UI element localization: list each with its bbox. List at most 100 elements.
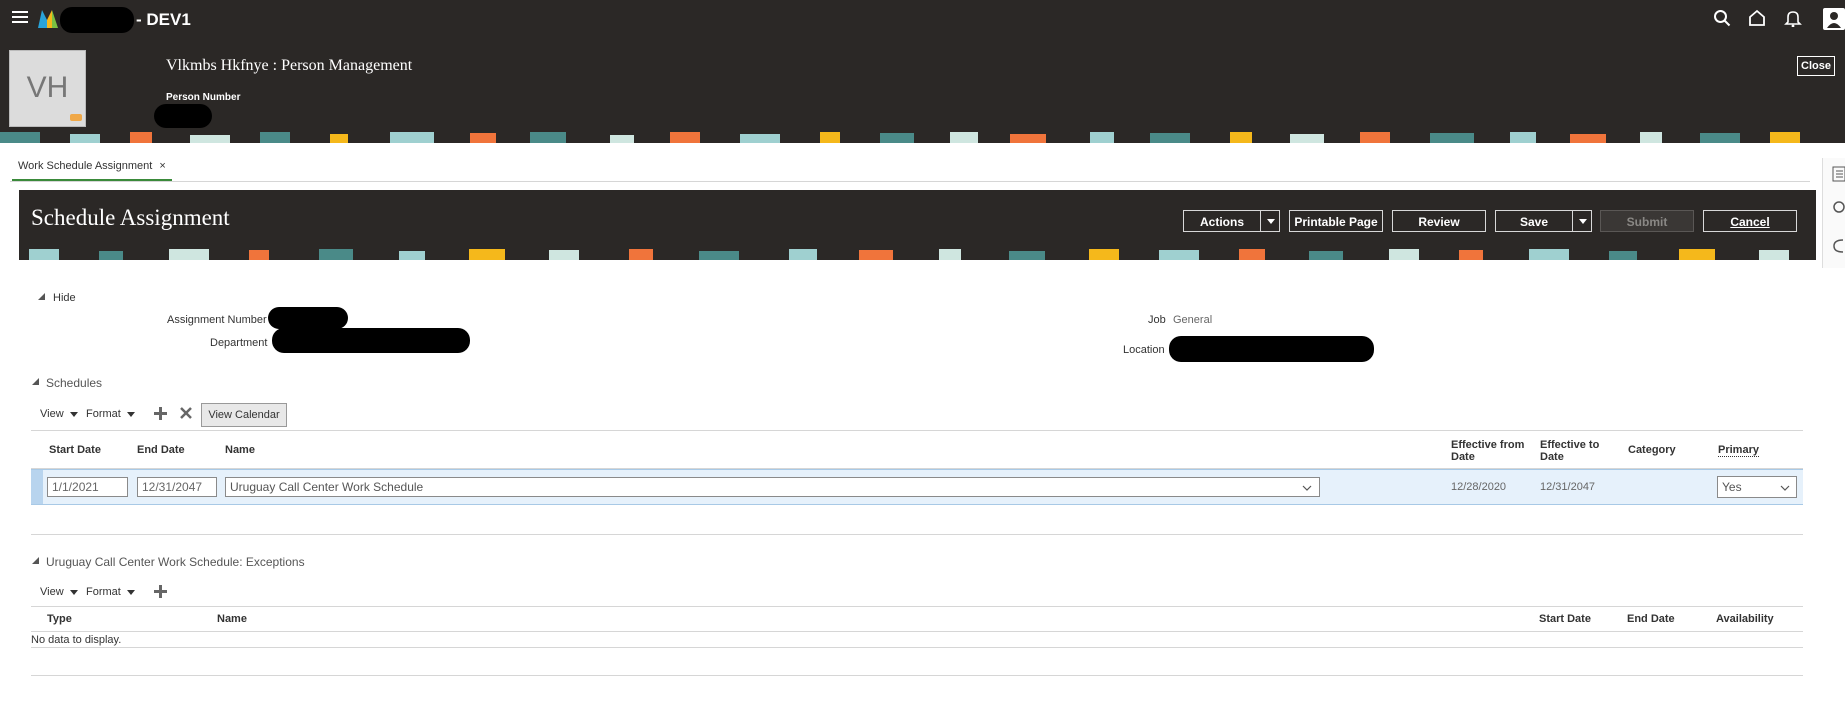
redacted-department (272, 328, 470, 353)
add-exception-icon[interactable] (154, 585, 167, 601)
col-effective-from-line1: Effective from (1451, 439, 1525, 451)
exceptions-section-title: Uruguay Call Center Work Schedule: Excep… (46, 555, 305, 569)
redacted-app-name (60, 7, 134, 33)
view-menu-label: View (40, 408, 64, 420)
cancel-button[interactable]: Cancel (1703, 210, 1797, 232)
tab-label: Work Schedule Assignment (18, 160, 153, 172)
delete-row-icon[interactable] (180, 407, 192, 422)
view-calendar-label: View Calendar (208, 409, 280, 421)
person-title: Vlkmbs Hkfnye : Person Management (166, 57, 413, 74)
col-exception-start-date[interactable]: Start Date (1539, 613, 1591, 625)
no-data-message: No data to display. (31, 634, 122, 646)
close-button-label: Close (1801, 60, 1831, 72)
row-selection-indicator (31, 470, 43, 504)
col-end-date[interactable]: End Date (137, 444, 185, 456)
schedules-table-top-border (31, 430, 1803, 431)
exceptions-view-menu[interactable]: View (40, 586, 78, 598)
col-exception-end-date[interactable]: End Date (1627, 613, 1675, 625)
col-exception-name[interactable]: Name (217, 613, 247, 625)
user-icon[interactable] (1823, 8, 1845, 30)
view-menu-label: View (40, 586, 64, 598)
help-panel-icon[interactable] (1832, 237, 1845, 258)
col-effective-from-line2: Date (1451, 451, 1475, 463)
effective-from-value: 12/28/2020 (1451, 481, 1507, 493)
collapse-triangle-icon (38, 293, 45, 300)
collapse-triangle-icon (32, 557, 39, 564)
job-label: Job (1148, 314, 1166, 326)
col-name[interactable]: Name (225, 444, 255, 456)
collapse-triangle-icon (32, 378, 39, 385)
notifications-bell-icon[interactable] (1784, 9, 1802, 30)
location-label: Location (1123, 344, 1165, 356)
exceptions-empty-divider (31, 647, 1803, 648)
redacted-location (1169, 336, 1374, 362)
schedules-format-menu[interactable]: Format (86, 408, 135, 420)
avatar-menu-icon[interactable] (70, 114, 82, 121)
col-effective-to-line2: Date (1540, 451, 1564, 463)
col-effective-to-line1: Effective to (1540, 439, 1600, 451)
menu-icon[interactable] (12, 10, 28, 24)
chevron-down-icon (1780, 485, 1790, 491)
tab-close-icon[interactable]: × (159, 160, 165, 172)
actions-button-label: Actions (1199, 215, 1244, 229)
person-avatar[interactable]: VH (9, 50, 86, 127)
tab-work-schedule-assignment[interactable]: Work Schedule Assignment × (12, 158, 172, 181)
primary-value: Yes (1722, 480, 1742, 494)
schedule-name-value: Uruguay Call Center Work Schedule (230, 480, 424, 494)
exceptions-section-bottom (31, 675, 1803, 676)
end-date-input[interactable]: 12/31/2047 (137, 477, 217, 497)
avatar-initials: VH (26, 71, 69, 104)
col-effective-to-date[interactable]: Effective to Date (1540, 439, 1599, 463)
save-button[interactable]: Save (1495, 210, 1592, 232)
actions-dropdown-icon[interactable] (1260, 211, 1281, 231)
schedule-name-select[interactable]: Uruguay Call Center Work Schedule (225, 477, 1320, 497)
close-button[interactable]: Close (1797, 56, 1835, 76)
primary-select[interactable]: Yes (1717, 476, 1797, 498)
job-value: General (1173, 314, 1213, 326)
format-dropdown-icon (126, 590, 135, 595)
environment-label: - DEV1 (136, 10, 191, 29)
view-dropdown-icon (69, 590, 78, 595)
col-category[interactable]: Category (1628, 444, 1676, 456)
start-date-input[interactable]: 1/1/2021 (47, 477, 128, 497)
effective-to-value: 12/31/2047 (1540, 481, 1596, 493)
schedules-section-bottom (31, 534, 1803, 535)
view-calendar-button[interactable]: View Calendar (201, 403, 287, 427)
header-decorative-band (0, 132, 1845, 143)
search-icon[interactable] (1713, 9, 1731, 30)
exceptions-format-menu[interactable]: Format (86, 586, 135, 598)
logo-icon[interactable] (38, 8, 60, 28)
hide-label: Hide (53, 292, 76, 304)
assignment-number-label: Assignment Number (167, 314, 267, 326)
redacted-person-number (154, 104, 212, 128)
col-primary[interactable]: Primary (1718, 444, 1759, 457)
col-start-date[interactable]: Start Date (49, 444, 101, 456)
tab-strip-divider (10, 181, 1810, 182)
page-header-decorative-band (19, 249, 1816, 260)
col-availability[interactable]: Availability (1716, 613, 1774, 625)
redacted-assignment-number (268, 307, 348, 329)
format-menu-label: Format (86, 586, 121, 598)
save-button-label: Save (1519, 215, 1549, 229)
add-row-icon[interactable] (154, 407, 167, 423)
save-dropdown-icon[interactable] (1572, 211, 1593, 231)
format-menu-label: Format (86, 408, 121, 420)
chevron-down-icon (1302, 485, 1312, 491)
search-panel-icon[interactable] (1832, 200, 1845, 217)
format-dropdown-icon (126, 412, 135, 417)
view-dropdown-icon (69, 412, 78, 417)
schedules-view-menu[interactable]: View (40, 408, 78, 420)
col-type[interactable]: Type (47, 613, 72, 625)
schedules-section-title: Schedules (46, 376, 103, 390)
department-label: Department (210, 337, 268, 349)
submit-button[interactable]: Submit (1600, 210, 1694, 232)
actions-button[interactable]: Actions (1183, 210, 1280, 232)
col-effective-from-date[interactable]: Effective from Date (1451, 439, 1524, 463)
printable-page-button[interactable]: Printable Page (1289, 210, 1383, 232)
list-panel-icon[interactable] (1832, 166, 1845, 185)
review-button[interactable]: Review (1392, 210, 1486, 232)
exceptions-table-top-border (31, 606, 1803, 607)
home-icon[interactable] (1748, 9, 1766, 30)
exceptions-header-divider (31, 631, 1803, 632)
page-title: Schedule Assignment (31, 205, 230, 230)
